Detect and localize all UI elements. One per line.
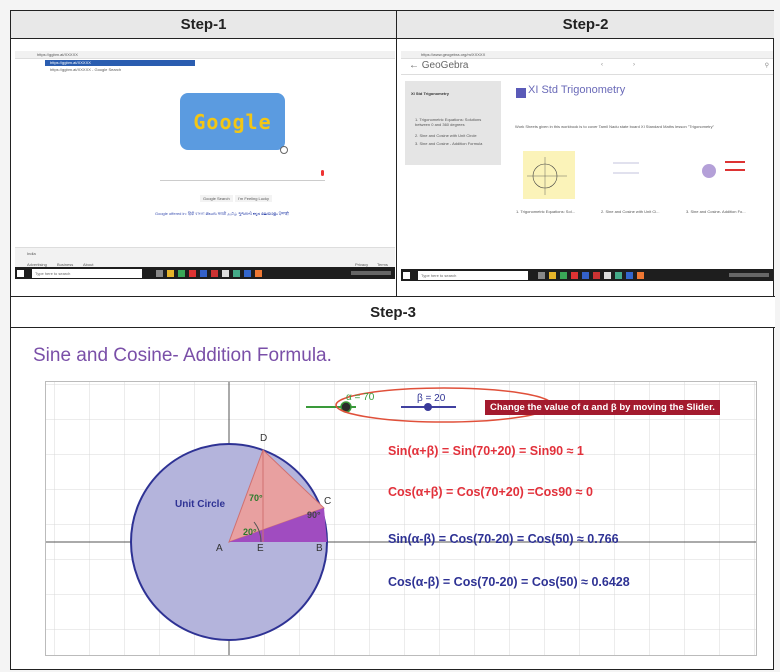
media-icon[interactable] <box>571 271 578 279</box>
unit-circle-label: Unit Circle <box>175 499 226 510</box>
offered-in-languages[interactable]: Google offered in: हिंदी বাংলা తెలుగు मर… <box>155 211 289 218</box>
mic-icon[interactable] <box>321 170 324 176</box>
step1-address-bar[interactable]: https://ggbm.at/XXXXX <box>15 51 395 59</box>
step1-taskbar-search[interactable]: Type here to search <box>32 268 142 278</box>
formula-cos-sum: Cos(α+β) = Cos(70+20) =Cos90 ≈ 0 <box>388 485 593 499</box>
country-label: India <box>27 251 36 256</box>
step1-taskbar: Type here to search <box>15 267 395 279</box>
step2-taskbar-search[interactable]: Type here to search <box>418 270 528 280</box>
step2-taskbar-search-text: Type here to search <box>421 272 457 278</box>
point-c-label: C <box>324 496 332 507</box>
step2-browser-screenshot: https://www.geogebra.org/m/XXXXX ← GeoGe… <box>401 51 773 281</box>
step1-suggestion: https://ggbm.at/XXXXX <box>50 60 91 65</box>
search-icon[interactable]: ⚲ <box>765 62 769 69</box>
thumb-3-caption[interactable]: 3. Sine and Cosine- Addition Fo... <box>686 209 746 214</box>
app-icon[interactable] <box>615 271 622 279</box>
next-arrow-icon[interactable]: › <box>633 62 635 68</box>
google-doodle-logo[interactable]: Google <box>180 93 288 154</box>
windows-start-icon[interactable] <box>17 269 24 277</box>
thumb-1-unit-circle <box>527 157 567 195</box>
chrome-icon[interactable] <box>560 271 567 279</box>
graphics-view[interactable] <box>45 381 757 656</box>
step3-header: Step-3 <box>11 297 775 328</box>
step2-sidebar: XI Std Trigonometry 1. Trigonometric Equ… <box>405 81 501 165</box>
step2-url: https://www.geogebra.org/m/XXXXX <box>421 52 486 57</box>
column-divider <box>396 11 397 296</box>
angle-label-right: 90° <box>307 510 321 520</box>
app-icon[interactable] <box>211 269 218 277</box>
app-icon[interactable] <box>582 271 589 279</box>
app-icon[interactable] <box>604 271 611 279</box>
step2-header: Step-2 <box>397 11 774 39</box>
app-icon[interactable] <box>200 269 207 277</box>
geogebra-brand[interactable]: ← GeoGebra <box>409 60 468 71</box>
point-e-label: E <box>257 543 264 554</box>
step2-address-bar[interactable]: https://www.geogebra.org/m/XXXXX <box>401 51 773 59</box>
book-title: XI Std Trigonometry <box>528 84 626 96</box>
app-icon[interactable] <box>593 271 600 279</box>
formula-cos-diff: Cos(α-β) = Cos(70-20) = Cos(50) ≈ 0.6428 <box>388 575 630 589</box>
explorer-icon[interactable] <box>549 271 556 279</box>
geogebra-topbar: ← GeoGebra ‹ › ⚲ <box>401 59 773 75</box>
tray-icons[interactable] <box>729 273 769 277</box>
point-a-label: A <box>216 543 223 554</box>
thumb-2-caption[interactable]: 2. Sine and Cosine with Unit Ci... <box>601 209 659 214</box>
tray-icons[interactable] <box>351 271 391 275</box>
step1-suggestion-highlight[interactable]: https://ggbm.at/XXXXX <box>45 60 195 66</box>
thumb-2-lines <box>613 162 639 174</box>
step2-header-label: Step-2 <box>562 16 609 33</box>
graphics-canvas[interactable] <box>46 382 757 656</box>
step1-header-label: Step-1 <box>180 16 227 33</box>
sidebar-title: XI Std Trigonometry <box>411 91 450 96</box>
doodle-search-icon <box>280 146 288 154</box>
media-icon[interactable] <box>189 269 196 277</box>
prev-arrow-icon[interactable]: ‹ <box>601 62 603 68</box>
angle-label-alpha: 70° <box>249 493 263 503</box>
thumb-1[interactable] <box>523 151 575 199</box>
app-icon[interactable] <box>637 271 644 279</box>
formula-sin-diff: Sin(α-β) = Cos(70-20) = Cos(50) ≈ 0.766 <box>388 532 619 546</box>
applet-title: Sine and Cosine- Addition Formula. <box>33 345 332 366</box>
task-view-icon[interactable] <box>538 271 545 279</box>
alpha-slider-label: α = 70 <box>346 392 375 403</box>
book-icon <box>516 88 526 98</box>
formula-sin-sum: Sin(α+β) = Sin(70+20) = Sin90 ≈ 1 <box>388 444 584 458</box>
google-search-button[interactable]: Google Search <box>200 195 233 202</box>
thumb-1-caption[interactable]: 1. Trigonometric Equations: Sol... <box>516 209 575 214</box>
slider-instruction: Change the value of α and β by moving th… <box>485 400 720 415</box>
step1-suggestion-2[interactable]: https://ggbm.at/XXXXX - Google Search <box>50 67 121 72</box>
step2-taskbar: Type here to search <box>401 269 773 281</box>
app-icon[interactable] <box>222 269 229 277</box>
beta-slider-label: β = 20 <box>417 393 446 404</box>
book-description: Work Sheets given in this workbook is to… <box>515 124 715 129</box>
step1-browser-screenshot: https://ggbm.at/XXXXX https://ggbm.at/XX… <box>15 51 395 279</box>
point-d-label: D <box>260 433 268 444</box>
explorer-icon[interactable] <box>167 269 174 277</box>
app-icon[interactable] <box>244 269 251 277</box>
chrome-icon[interactable] <box>178 269 185 277</box>
sidebar-item-2[interactable]: 2. Sine and Cosine with Unit Circle <box>415 133 477 138</box>
task-view-icon[interactable] <box>156 269 163 277</box>
step1-taskbar-search-text: Type here to search <box>35 270 71 276</box>
google-search-input[interactable] <box>160 171 325 181</box>
app-icon[interactable] <box>626 271 633 279</box>
app-icon[interactable] <box>233 269 240 277</box>
thumb-3[interactable] <box>699 157 749 181</box>
doodle-text: Google <box>193 109 272 134</box>
windows-start-icon[interactable] <box>403 271 410 279</box>
beta-slider-handle[interactable] <box>424 403 432 411</box>
step3-header-label: Step-3 <box>370 303 416 321</box>
lucky-button[interactable]: I'm Feeling Lucky <box>235 195 272 202</box>
angle-label-beta: 20° <box>243 527 257 537</box>
step1-url: https://ggbm.at/XXXXX <box>37 52 78 57</box>
point-b-label: B <box>316 543 323 554</box>
app-icon[interactable] <box>255 269 262 277</box>
thumb-2[interactable] <box>611 155 641 183</box>
sidebar-item-1[interactable]: 1. Trigonometric Equations: Solutions be… <box>415 117 495 127</box>
sidebar-item-3[interactable]: 3. Sine and Cosine - Addition Formula <box>415 141 482 146</box>
thumb-3-chart <box>702 161 745 178</box>
step1-header: Step-1 <box>11 11 396 39</box>
